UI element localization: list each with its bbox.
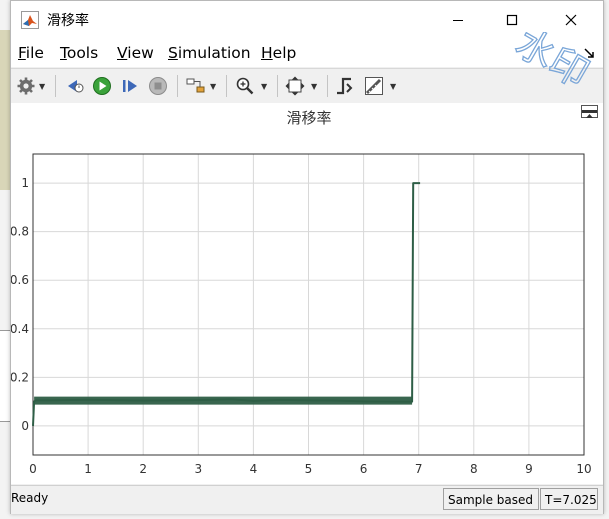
cursor-measurements-icon <box>365 77 383 95</box>
step-back-button[interactable] <box>63 74 87 98</box>
run-icon <box>93 77 111 95</box>
menu-tools-rest: ools <box>66 44 99 62</box>
x-tick-label: 1 <box>84 462 92 476</box>
y-tick-label: 0 <box>21 419 29 433</box>
triggers-button[interactable] <box>333 74 357 98</box>
toolbar-separator <box>277 75 278 97</box>
y-tick-label: 0.2 <box>11 370 29 384</box>
window-title: 滑移率 <box>47 13 89 29</box>
y-tick-label: 0.8 <box>11 225 29 239</box>
series <box>32 182 421 426</box>
y-tick-label: 1 <box>21 176 29 190</box>
step-back-icon <box>68 80 84 93</box>
y-tick-label: 0.4 <box>11 322 29 336</box>
toolbar-separator <box>55 75 56 97</box>
chart-grid <box>33 154 584 455</box>
status-bar: Ready Sample based T=7.025 <box>11 485 603 514</box>
fit-dropdown-icon[interactable]: ▼ <box>311 82 317 91</box>
x-tick-label: 10 <box>576 462 591 476</box>
settings-button[interactable] <box>15 74 37 98</box>
series-line <box>32 182 421 426</box>
zoom-in-icon <box>236 77 254 95</box>
menu-help-rest: elp <box>272 44 297 62</box>
zoom-dropdown-icon[interactable]: ▼ <box>261 82 267 91</box>
gear-icon <box>17 77 35 95</box>
minimize-button[interactable] <box>435 1 481 39</box>
menu-tools[interactable]: Tools <box>60 44 98 62</box>
chart: 滑移率 0 1 2 3 4 5 6 7 8 9 10 0 0.2 0.4 0.6 0.8 1 <box>11 109 592 476</box>
run-button[interactable] <box>90 74 114 98</box>
status-ready: Ready <box>11 491 49 505</box>
tick-labels: 0 1 2 3 4 5 6 7 8 9 10 0 0.2 0.4 0.6 0.8 1 <box>11 176 592 476</box>
plot-area: 滑移率 0 1 2 3 4 5 6 7 8 9 10 0 0.2 0.4 0.6 0.8 1 <box>11 103 603 484</box>
step-forward-button[interactable] <box>118 74 142 98</box>
highlight-dropdown-icon[interactable]: ▼ <box>210 82 216 91</box>
status-time: T=7.025 <box>540 488 598 510</box>
x-tick-label: 7 <box>415 462 423 476</box>
menu-view[interactable]: View <box>117 44 154 62</box>
zoom-button[interactable] <box>233 74 257 98</box>
cursor-measurements-button[interactable] <box>362 74 386 98</box>
x-tick-label: 3 <box>194 462 202 476</box>
fit-to-view-button[interactable] <box>283 74 307 98</box>
settings-dropdown-icon[interactable]: ▼ <box>39 82 45 91</box>
menu-help[interactable]: Help <box>261 44 296 62</box>
close-icon <box>565 14 577 26</box>
x-tick-label: 2 <box>139 462 147 476</box>
menu-file-rest: ile <box>25 44 44 62</box>
menu-file[interactable]: File <box>18 44 44 62</box>
chart-title: 滑移率 <box>286 109 331 127</box>
y-tick-label: 0.6 <box>11 273 29 287</box>
menu-simulation-rest: imulation <box>177 44 251 62</box>
menu-simulation[interactable]: Simulation <box>168 44 251 62</box>
status-mode: Sample based <box>443 488 539 510</box>
toolbar-separator <box>226 75 227 97</box>
toolbar-separator <box>327 75 328 97</box>
stop-button[interactable] <box>146 74 170 98</box>
highlight-block-icon <box>186 78 205 93</box>
x-tick-label: 6 <box>360 462 368 476</box>
maximize-icon <box>506 14 518 26</box>
step-forward-icon <box>123 80 137 92</box>
series-band <box>34 396 413 405</box>
stop-icon <box>149 77 167 95</box>
x-tick-label: 8 <box>470 462 478 476</box>
menu-view-rest: iew <box>127 44 154 62</box>
toolbar-separator <box>177 75 178 97</box>
measurements-dropdown-icon[interactable]: ▼ <box>390 82 396 91</box>
watermark: 水印 <box>508 32 592 97</box>
watermark-text: 水印 <box>508 32 592 96</box>
x-tick-label: 9 <box>525 462 533 476</box>
x-tick-label: 4 <box>250 462 258 476</box>
matlab-logo-icon <box>21 11 39 29</box>
triggers-icon <box>337 77 353 95</box>
x-tick-label: 0 <box>29 462 37 476</box>
highlight-block-button[interactable] <box>184 74 208 98</box>
fit-to-view-icon <box>285 76 305 96</box>
x-tick-label: 5 <box>305 462 313 476</box>
minimize-icon <box>453 20 463 21</box>
